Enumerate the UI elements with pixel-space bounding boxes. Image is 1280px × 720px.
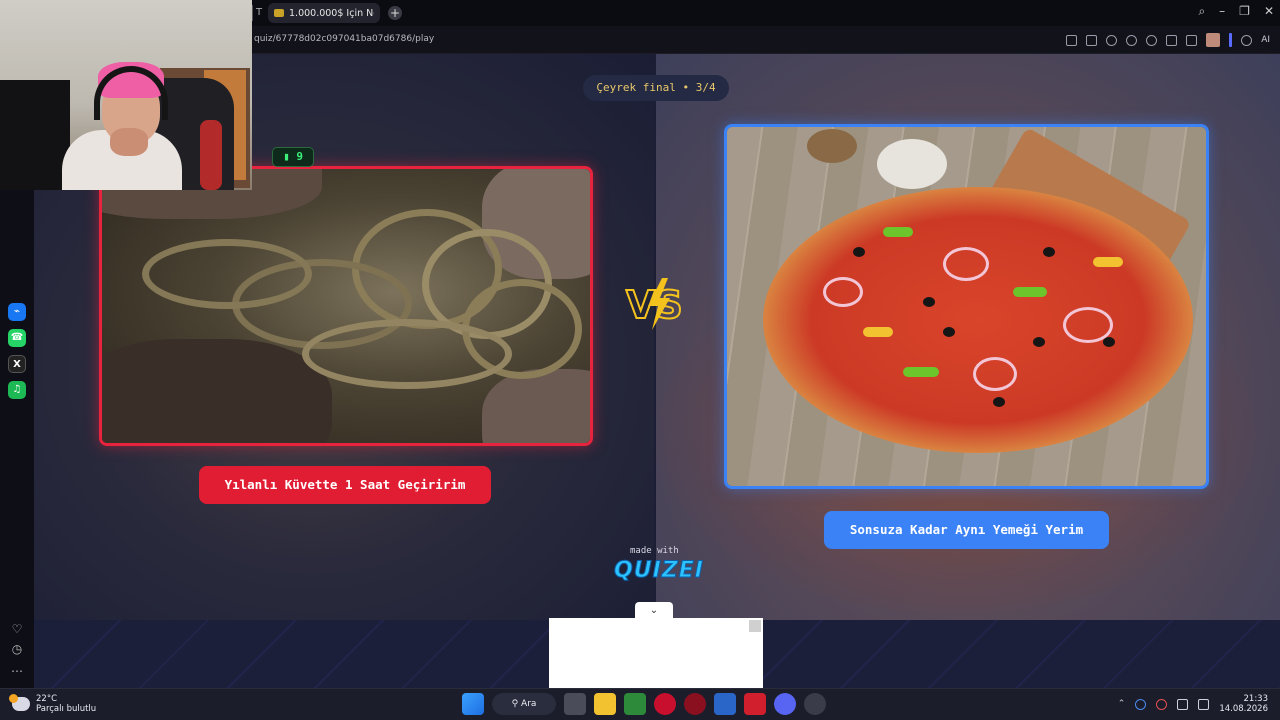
app-icon[interactable]: [804, 693, 826, 715]
center-divider: [654, 54, 656, 620]
favorites-icon[interactable]: ♡: [10, 622, 24, 636]
option-right-card[interactable]: [724, 124, 1209, 489]
shield-icon[interactable]: [1106, 34, 1118, 46]
new-tab-button[interactable]: +: [388, 6, 402, 20]
play-icon[interactable]: [1126, 34, 1138, 46]
pizza-image: [727, 127, 1206, 486]
browser-sidebar: ⌁ ☎ X ♫ ♡ ◷ ⋯: [0, 190, 34, 688]
taskbar: 22°C Parçalı bulutlu ⚲ Ara ⌃ 21:33 14.08…: [0, 688, 1280, 720]
vs-lightning-icon: VS: [625, 278, 684, 330]
whatsapp-icon[interactable]: ☎: [8, 329, 26, 347]
option-left-card[interactable]: [99, 166, 593, 446]
ai-button[interactable]: AI: [1261, 35, 1270, 45]
minimize-button[interactable]: –: [1219, 4, 1225, 19]
system-tray: ⌃ 21:33 14.08.2026: [1118, 694, 1268, 714]
menu-icon[interactable]: [1186, 34, 1198, 46]
start-icon[interactable]: [462, 693, 484, 715]
search-label: Ara: [521, 699, 537, 709]
snakes-image: [102, 169, 590, 443]
weather-icon: [9, 694, 30, 711]
edit-icon[interactable]: [1066, 34, 1078, 46]
streamer-webcam: [0, 0, 252, 190]
background-tab[interactable]: T: [252, 5, 266, 21]
ad-banner[interactable]: [549, 618, 763, 688]
tray-app-icon[interactable]: [1135, 698, 1147, 710]
active-tab-title: 1.000.000$ İçin Ne Yapma: [289, 7, 374, 19]
camera-icon[interactable]: [1086, 34, 1098, 46]
clock-time: 21:33: [1243, 694, 1269, 704]
weather-widget[interactable]: 22°C Parçalı bulutlu: [9, 694, 97, 714]
made-with-text: made with: [630, 546, 679, 556]
clock-date: 14.08.2026: [1219, 704, 1268, 714]
option-left-button[interactable]: Yılanlı Küvette 1 Saat Geçiririm: [199, 466, 491, 504]
badge-icon: ▮: [283, 150, 290, 163]
search-tabs-icon[interactable]: ⌕: [1198, 4, 1205, 19]
ad-close-icon[interactable]: [749, 620, 761, 632]
extensions-icon[interactable]: [1241, 34, 1253, 46]
display-icon[interactable]: [1177, 698, 1189, 710]
pizza-shape: [763, 187, 1193, 453]
active-tab[interactable]: 1.000.000$ İçin Ne Yapma: [268, 3, 380, 23]
tab-favicon-icon: [274, 9, 284, 17]
quizei-logo[interactable]: QUIZEI: [614, 558, 704, 584]
weather-desc: Parçalı bulutlu: [36, 704, 97, 714]
discord-icon[interactable]: [774, 693, 796, 715]
taskbar-apps: ⚲ Ara: [462, 693, 826, 715]
file-explorer-icon[interactable]: [594, 693, 616, 715]
profile-avatar[interactable]: [1206, 33, 1221, 47]
messenger-icon[interactable]: ⌁: [8, 303, 26, 321]
url-field[interactable]: quiz/67778d02c097041ba07d6786/play: [254, 34, 434, 44]
wps-icon[interactable]: [744, 693, 766, 715]
maximize-button[interactable]: ❐: [1239, 4, 1250, 19]
toolbar-icons: AI: [1066, 33, 1270, 47]
defender-icon[interactable]: [714, 693, 736, 715]
tray-overflow-icon[interactable]: ⌃: [1118, 699, 1126, 709]
clock[interactable]: 21:33 14.08.2026: [1219, 694, 1268, 714]
taskbar-search[interactable]: ⚲ Ara: [492, 693, 556, 715]
volume-icon[interactable]: [1198, 698, 1210, 710]
stream-badge: ▮ 9: [272, 147, 314, 167]
profile-indicator: [1229, 33, 1233, 47]
microphone-icon[interactable]: [1156, 698, 1168, 710]
close-button[interactable]: ✕: [1264, 4, 1274, 19]
option-right-button[interactable]: Sonsuza Kadar Aynı Yemeği Yerim: [824, 511, 1109, 549]
window-controls: ⌕ – ❐ ✕: [1198, 4, 1274, 19]
task-view-icon[interactable]: [564, 693, 586, 715]
download-icon[interactable]: [1166, 34, 1178, 46]
spotify-icon[interactable]: ♫: [8, 381, 26, 399]
more-icon[interactable]: ⋯: [10, 664, 24, 678]
stage-indicator: Çeyrek final • 3/4: [583, 75, 729, 101]
history-icon[interactable]: ◷: [10, 642, 24, 656]
x-icon[interactable]: X: [8, 355, 26, 373]
opera-gx-icon[interactable]: [654, 693, 676, 715]
nvidia-icon[interactable]: [624, 693, 646, 715]
heart-icon[interactable]: [1146, 34, 1158, 46]
opera-icon[interactable]: [684, 693, 706, 715]
badge-value: 9: [296, 150, 303, 163]
weather-temp: 22°C: [36, 694, 58, 704]
